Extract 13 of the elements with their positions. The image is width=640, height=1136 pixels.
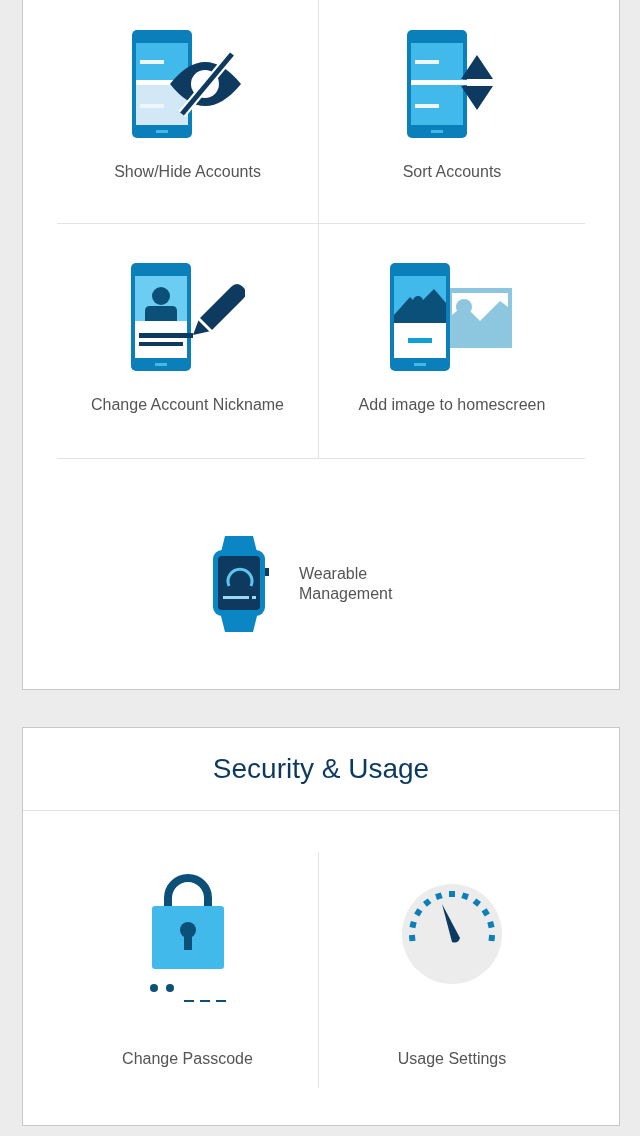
option-label[interactable]: Wearable Management — [299, 564, 409, 604]
option-label[interactable]: Usage Settings — [397, 1050, 507, 1068]
option-label[interactable]: Change Passcode — [122, 1050, 253, 1068]
option-label[interactable]: Show/Hide Accounts — [114, 163, 261, 181]
edit-profile-phone-icon — [130, 263, 245, 373]
option-label[interactable]: Change Account Nickname — [91, 396, 284, 414]
smartwatch-icon — [213, 536, 269, 632]
gauge-icon — [402, 884, 502, 984]
option-label[interactable]: Sort Accounts — [402, 163, 502, 181]
section-title: Security & Usage — [212, 753, 430, 785]
hidden-phone-icon — [131, 30, 244, 140]
option-label[interactable]: Add image to homescreen — [358, 396, 546, 414]
phone-image-icon — [390, 263, 514, 373]
